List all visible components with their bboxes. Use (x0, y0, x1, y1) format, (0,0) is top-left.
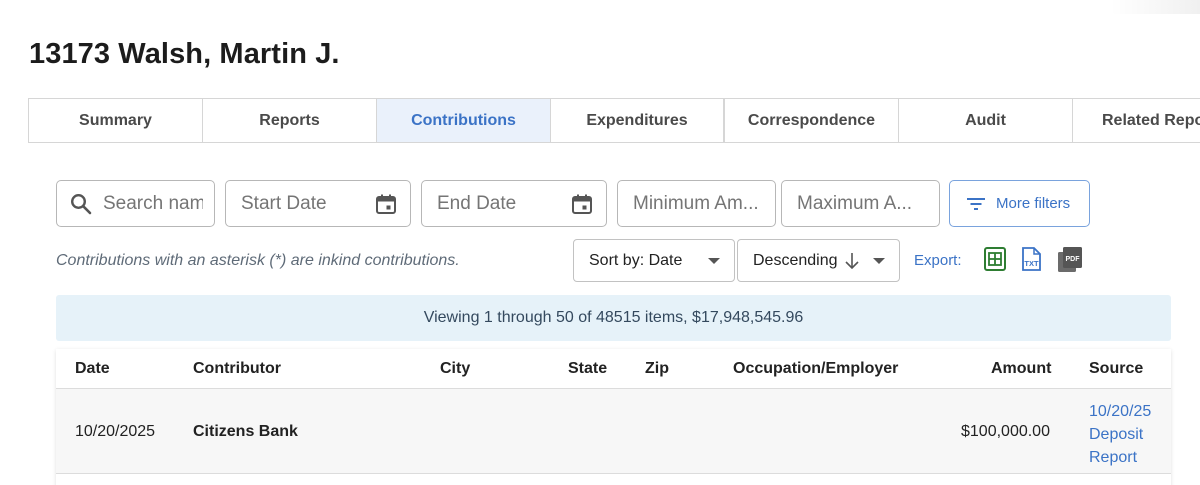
search-icon (70, 193, 92, 214)
min-amount-placeholder: Minimum Am... (633, 192, 759, 214)
tab-reports[interactable]: Reports (202, 98, 377, 143)
tab-contributions[interactable]: Contributions (376, 98, 551, 143)
arrow-down-icon (844, 252, 859, 269)
chevron-down-icon (708, 258, 720, 264)
filter-icon (967, 197, 985, 210)
end-date-placeholder: End Date (437, 192, 517, 214)
txt-icon[interactable]: TXT (1019, 246, 1043, 272)
inkind-note: Contributions with an asterisk (*) are i… (56, 252, 460, 269)
header-occupation[interactable]: Occupation/Employer (733, 360, 898, 378)
tab-audit[interactable]: Audit (898, 98, 1073, 143)
end-date-field[interactable]: End Date (421, 180, 607, 227)
cell-date: 10/20/2025 (75, 423, 156, 440)
tab-correspondence[interactable]: Correspondence (724, 98, 899, 143)
header-contributor[interactable]: Contributor (193, 360, 281, 378)
tab-summary[interactable]: Summary (28, 98, 203, 143)
search-field[interactable] (56, 180, 215, 227)
min-amount-field[interactable]: Minimum Am... (617, 180, 776, 227)
search-input[interactable] (103, 192, 203, 215)
pdf-icon[interactable]: PDF (1057, 246, 1083, 274)
header-city[interactable]: City (440, 360, 470, 378)
cell-amount: $100,000.00 (961, 423, 1050, 440)
calendar-icon[interactable] (570, 192, 594, 216)
results-summary: Viewing 1 through 50 of 48515 items, $17… (56, 295, 1171, 341)
table-row[interactable]: 10/20/2025 Citizens Bank $100,000.00 10/… (56, 389, 1171, 474)
sort-by-label: Sort by: Date (589, 251, 683, 269)
export-label: Export: (914, 252, 962, 269)
max-amount-field[interactable]: Maximum A... (781, 180, 940, 227)
header-zip[interactable]: Zip (645, 360, 669, 378)
more-filters-button[interactable]: More filters (949, 180, 1090, 227)
svg-text:TXT: TXT (1024, 259, 1039, 268)
header-amount[interactable]: Amount (991, 360, 1051, 378)
excel-icon[interactable] (983, 246, 1007, 272)
tab-expenditures[interactable]: Expenditures (550, 98, 724, 143)
svg-text:PDF: PDF (1066, 256, 1081, 263)
start-date-field[interactable]: Start Date (225, 180, 411, 227)
more-filters-label: More filters (996, 195, 1071, 212)
max-amount-placeholder: Maximum A... (797, 192, 913, 214)
sort-by-select[interactable]: Sort by: Date (573, 239, 735, 282)
top-shadow (1110, 0, 1200, 14)
start-date-placeholder: Start Date (241, 192, 327, 214)
cell-contributor: Citizens Bank (193, 423, 298, 440)
tab-related-reports[interactable]: Related Repor (1072, 98, 1200, 143)
chevron-down-icon (873, 258, 885, 264)
sort-order-label: Descending (753, 251, 838, 269)
sort-order-select[interactable]: Descending (737, 239, 900, 282)
header-source[interactable]: Source (1089, 360, 1143, 378)
header-state[interactable]: State (568, 360, 607, 378)
results-summary-text: Viewing 1 through 50 of 48515 items, $17… (423, 309, 804, 326)
contributions-table: Date Contributor City State Zip Occupati… (56, 349, 1171, 485)
page-title: 13173 Walsh, Martin J. (29, 38, 340, 70)
source-link[interactable]: 10/20/25 Deposit Report (1089, 400, 1169, 469)
calendar-icon[interactable] (374, 192, 398, 216)
header-date[interactable]: Date (75, 360, 110, 378)
